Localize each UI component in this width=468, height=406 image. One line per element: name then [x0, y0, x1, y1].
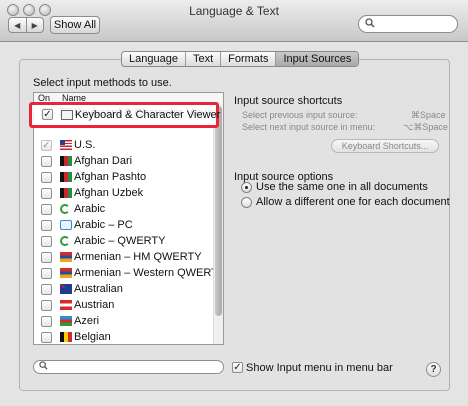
- list-item[interactable]: Afghan Uzbek: [34, 186, 214, 202]
- search-icon: [365, 18, 375, 31]
- back-button[interactable]: ◀: [9, 18, 26, 32]
- flag-afghanistan-icon: [60, 188, 72, 198]
- list-item[interactable]: Arabic: [34, 202, 214, 218]
- list-item-label: Arabic – QWERTY: [74, 235, 166, 247]
- list-item[interactable]: Armenian – Western QWERTY: [34, 266, 223, 282]
- list-item[interactable]: ✓ U.S.: [34, 138, 214, 154]
- list-scrollbar[interactable]: [213, 104, 223, 344]
- list-item[interactable]: Austrian: [34, 298, 214, 314]
- list-item[interactable]: Belgian: [34, 330, 214, 344]
- next-source-label: Select next input source in menu:: [242, 122, 376, 132]
- checkbox[interactable]: [41, 332, 52, 343]
- checkbox[interactable]: [41, 268, 52, 279]
- flag-afghanistan-icon: [60, 156, 72, 166]
- keyboard-viewer-checkbox[interactable]: ✓: [42, 109, 53, 120]
- tab-formats[interactable]: Formats: [220, 52, 275, 66]
- arabic-letter-icon: [60, 220, 72, 230]
- checkbox[interactable]: [41, 284, 52, 295]
- flag-azerbaijan-icon: [60, 316, 72, 326]
- list-item[interactable]: Australian: [34, 282, 214, 298]
- radio-same-source[interactable]: [241, 182, 252, 193]
- checkbox[interactable]: ✓: [41, 140, 52, 151]
- same-source-label: Use the same one in all documents: [256, 181, 428, 193]
- tab-text[interactable]: Text: [184, 52, 220, 66]
- tab-bar: Language Text Formats Input Sources: [121, 51, 360, 67]
- checkbox[interactable]: [41, 188, 52, 199]
- show-input-menu-label: Show Input menu in menu bar: [246, 362, 393, 374]
- title-bar: Language & Text ◀ ▶ Show All: [0, 0, 468, 42]
- checkbox[interactable]: [41, 172, 52, 183]
- forward-arrow-icon: ▶: [31, 20, 38, 30]
- help-button[interactable]: ?: [426, 362, 441, 377]
- list-item[interactable]: Arabic – QWERTY: [34, 234, 214, 250]
- flag-belgium-icon: [60, 332, 72, 342]
- list-item[interactable]: Armenian – HM QWERTY: [34, 250, 214, 266]
- checkbox[interactable]: [41, 156, 52, 167]
- list-item-label: Armenian – Western QWERTY: [74, 267, 224, 279]
- show-all-button[interactable]: Show All: [50, 16, 100, 34]
- flag-armenia-icon: [60, 252, 72, 262]
- list-item-label: Armenian – HM QWERTY: [74, 251, 202, 263]
- flag-us-icon: [60, 140, 72, 150]
- previous-source-key: ⌘Space: [411, 110, 446, 120]
- flag-austria-icon: [60, 300, 72, 310]
- back-arrow-icon: ◀: [14, 20, 21, 30]
- list-item[interactable]: Azeri: [34, 314, 214, 330]
- keyboard-shortcuts-button[interactable]: Keyboard Shortcuts...: [331, 139, 439, 153]
- nav-group: ◀ ▶: [8, 17, 44, 33]
- keyboard-viewer-icon: [61, 110, 73, 120]
- input-methods-list: On Name ✓ Keyboard & Character Viewer ✓ …: [33, 92, 224, 345]
- shortcuts-title: Input source shortcuts: [234, 95, 343, 107]
- different-source-label: Allow a different one for each document: [256, 196, 450, 208]
- show-input-menu-checkbox[interactable]: ✓: [232, 362, 243, 373]
- list-item-label: Austrian: [74, 299, 115, 311]
- forward-button[interactable]: ▶: [25, 18, 44, 32]
- list-item-label: Afghan Uzbek: [74, 187, 144, 199]
- flag-armenia-icon: [60, 268, 72, 278]
- previous-source-label: Select previous input source:: [242, 110, 358, 120]
- list-item[interactable]: Afghan Dari: [34, 154, 214, 170]
- list-item-label: U.S.: [74, 139, 96, 151]
- list-item-label: Australian: [74, 283, 123, 295]
- list-item-label: Arabic – PC: [74, 219, 133, 231]
- list-item-label: Arabic: [74, 203, 106, 215]
- next-source-key: ⌥⌘Space: [403, 122, 448, 132]
- list-item[interactable]: Arabic – PC: [34, 218, 214, 234]
- radio-different-source[interactable]: [241, 197, 252, 208]
- highlight-box: ✓ Keyboard & Character Viewer: [29, 102, 221, 128]
- checkbox[interactable]: [41, 316, 52, 327]
- crescent-icon: [60, 204, 70, 214]
- flag-australia-icon: [60, 284, 72, 294]
- search-icon: [39, 361, 48, 372]
- list-item[interactable]: Afghan Pashto: [34, 170, 214, 186]
- checkbox[interactable]: [41, 204, 52, 215]
- checkbox[interactable]: [41, 300, 52, 311]
- select-prompt: Select input methods to use.: [33, 77, 172, 89]
- checkbox[interactable]: [41, 236, 52, 247]
- checkbox[interactable]: [41, 220, 52, 231]
- list-item-label: Afghan Pashto: [74, 171, 147, 183]
- list-item-label: Belgian: [74, 331, 111, 343]
- tab-input-sources[interactable]: Input Sources: [275, 52, 359, 66]
- list-item-label: Afghan Dari: [74, 155, 133, 167]
- flag-afghanistan-icon: [60, 172, 72, 182]
- keyboard-viewer-label: Keyboard & Character Viewer: [75, 109, 221, 121]
- list-item-label: Azeri: [74, 315, 100, 327]
- search-field[interactable]: [358, 15, 458, 33]
- scrollbar-thumb[interactable]: [215, 106, 222, 316]
- checkbox[interactable]: [41, 252, 52, 263]
- tab-language[interactable]: Language: [122, 52, 185, 66]
- crescent-icon: [60, 236, 70, 246]
- filter-search-field[interactable]: [33, 360, 224, 374]
